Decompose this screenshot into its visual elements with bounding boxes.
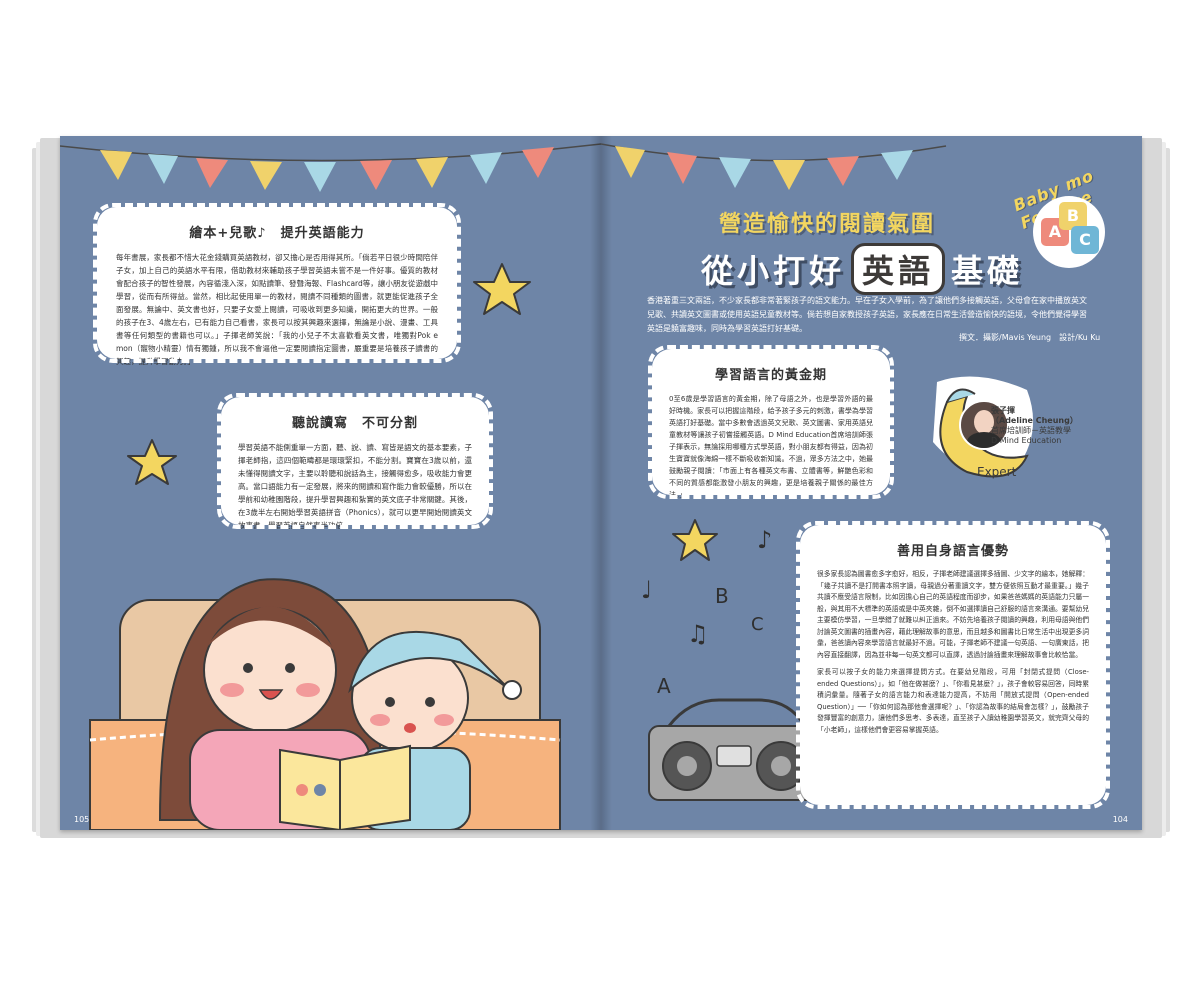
intro-text: 香港著重三文兩語，不少家長都非常著緊孩子的語文能力。早在子女入學前，為了讓他們多… — [647, 296, 1087, 333]
abc-blocks-icon: A B C — [1033, 196, 1105, 268]
music-note-icon: ♩ — [641, 576, 653, 604]
box-title: 學習語言的黃金期 — [714, 368, 827, 383]
info-box-picture-books: 繪本+兒歌♪ 提升英語能力 每年書展，家長都不惜大花金錢購買英語教材，卻又擔心是… — [93, 203, 461, 366]
box-text-1: 很多家長認為圖書愈多字愈好，相反，子揮老師建議選擇多插圖、少文字的繪本，她解釋：… — [817, 570, 1089, 659]
bunting-icon — [60, 136, 601, 196]
left-page: 繪本+兒歌♪ 提升英語能力 每年書展，家長都不惜大花金錢購買英語教材，卻又擔心是… — [60, 136, 601, 830]
right-page: Baby mo Feature A B C 營造愉快的閱讀氣圍 從小打好英語基礎… — [601, 136, 1142, 830]
letter-doodle-icon: A — [657, 674, 671, 698]
music-note-icon: ♫ — [687, 620, 709, 648]
page-number: 105 — [74, 815, 90, 824]
expert-info: 張子揮 （Adeline Cheung） 首席培訓師－英語教學 D Mind E… — [991, 406, 1078, 446]
info-box-language-advantage: 善用自身語言優勢 很多家長認為圖書愈多字愈好，相反，子揮老師建議選擇多插圖、少文… — [796, 521, 1110, 809]
info-box-listening-speaking: 聽說讀寫 不可分割 學習英語不能側重單一方面，聽、說、讀、寫皆是語文的基本要素，… — [217, 393, 493, 530]
headline-title: 從小打好 英語 基礎 — [701, 243, 1023, 295]
mother-child-reading-illustration — [89, 578, 561, 830]
box-text: 每年書展，家長都不惜大花金錢購買英語教材，卻又擔心是否用得其所。「倘若平日很少時… — [116, 253, 438, 366]
abc-block-c: C — [1071, 226, 1099, 254]
expert-title: 首席培訓師－英語教學 — [991, 426, 1071, 435]
star-icon — [127, 439, 177, 485]
box-text-2: 家長可以按子女的能力來選擇提問方式。在要幼兒階段，可用「封閉式提問（Close-… — [817, 668, 1089, 734]
letter-doodle-icon: B — [715, 584, 729, 608]
box-title: 繪本+兒歌♪ 提升英語能力 — [189, 226, 365, 241]
star-icon — [473, 263, 531, 315]
expert-badge: Expert — [977, 465, 1017, 479]
headline-highlight: 英語 — [851, 243, 946, 295]
expert-name: 張子揮 — [991, 406, 1015, 415]
music-note-icon: ♪ — [757, 526, 773, 554]
credit-line: 撰文．攝影/Mavis Yeung 設計/Ku Ku — [959, 333, 1101, 342]
headline-subtitle: 營造愉快的閱讀氣圍 — [719, 212, 936, 237]
star-icon — [672, 519, 718, 561]
headline-pre: 從小打好 — [701, 252, 846, 290]
box-title: 善用自身語言優勢 — [896, 544, 1009, 559]
info-box-golden-period: 學習語言的黃金期 0至6歲是學習語言的黃金期，除了母語之外，也是學習外語的最好時… — [648, 345, 894, 499]
box-text: 學習英語不能側重單一方面，聽、說、讀、寫皆是語文的基本要素，子揮老師指，這四個範… — [238, 443, 472, 530]
box-text: 0至6歲是學習語言的黃金期，除了母語之外，也是學習外語的最好時機。家長可以把握這… — [669, 395, 873, 499]
headline-post: 基礎 — [951, 252, 1024, 290]
page-number: 104 — [1112, 815, 1128, 824]
box-title: 聽說讀寫 不可分割 — [291, 416, 418, 431]
expert-name-en: （Adeline Cheung） — [991, 416, 1078, 425]
letter-doodle-icon: C — [751, 614, 764, 635]
expert-org: D Mind Education — [991, 436, 1062, 445]
